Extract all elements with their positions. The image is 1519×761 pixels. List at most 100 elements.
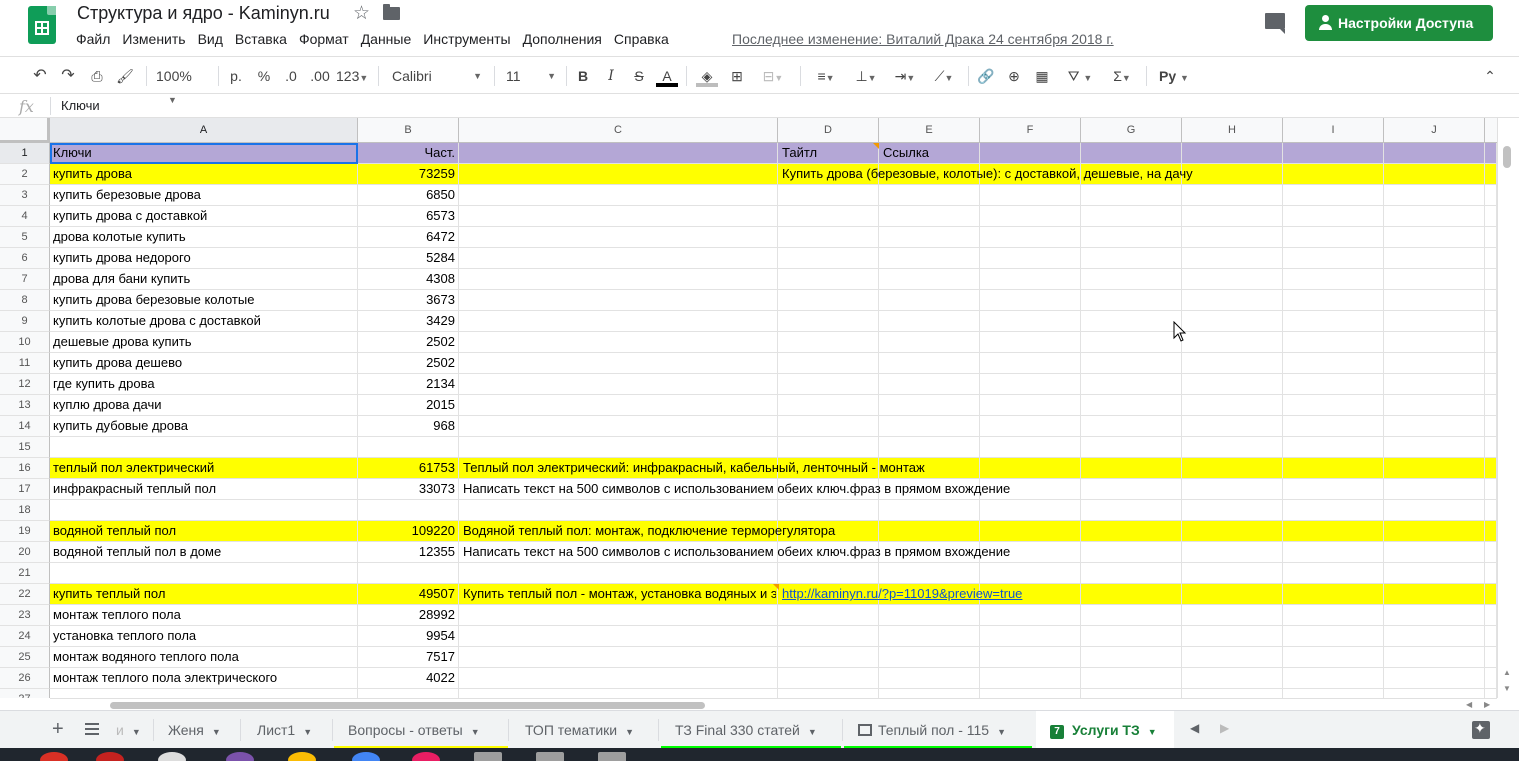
cell-f[interactable] xyxy=(980,227,1081,248)
cell-b[interactable]: 9954 xyxy=(358,626,459,647)
cell-a[interactable]: теплый пол электрический xyxy=(50,458,358,479)
cell-c[interactable] xyxy=(459,311,778,332)
column-header-f[interactable]: F xyxy=(980,118,1081,143)
cell-g[interactable] xyxy=(1081,353,1182,374)
cell-i[interactable] xyxy=(1283,437,1384,458)
cell-j[interactable] xyxy=(1384,164,1485,185)
row-header[interactable]: 25 xyxy=(0,647,50,668)
column-header-d[interactable]: D xyxy=(778,118,879,143)
scroll-left-arrow-icon[interactable]: ◀ xyxy=(1466,700,1472,709)
cell-c[interactable] xyxy=(459,416,778,437)
taskbar-app-icon[interactable] xyxy=(288,752,316,761)
font-family-select[interactable]: Calibri ▼ xyxy=(392,65,482,87)
row-header[interactable]: 22 xyxy=(0,584,50,605)
horizontal-align-icon[interactable]: ≡▼ xyxy=(810,65,842,87)
cell-e[interactable] xyxy=(879,311,980,332)
cell-h[interactable] xyxy=(1182,458,1283,479)
row-header[interactable]: 1 xyxy=(0,143,50,164)
cell-i[interactable] xyxy=(1283,626,1384,647)
column-header-h[interactable]: H xyxy=(1182,118,1283,143)
cell-c[interactable] xyxy=(459,374,778,395)
borders-icon[interactable]: ⊞ xyxy=(727,65,747,87)
cell-i[interactable] xyxy=(1283,311,1384,332)
cell-k[interactable] xyxy=(1485,479,1497,500)
cell-e[interactable] xyxy=(879,668,980,689)
cell-g[interactable] xyxy=(1081,206,1182,227)
sheet-tab-zhenya[interactable]: Женя ▼ xyxy=(154,711,240,749)
cell-i[interactable] xyxy=(1283,458,1384,479)
cell-b[interactable]: 968 xyxy=(358,416,459,437)
cell-b[interactable]: 109220 xyxy=(358,521,459,542)
font-size-select[interactable]: 11 ▼ xyxy=(506,65,556,87)
row-header[interactable]: 13 xyxy=(0,395,50,416)
row-header[interactable]: 9 xyxy=(0,311,50,332)
cell-c[interactable] xyxy=(459,605,778,626)
cell-j[interactable] xyxy=(1384,185,1485,206)
cell-link[interactable]: http://kaminyn.ru/?p=11019&preview=true xyxy=(782,584,1022,604)
cell-j[interactable] xyxy=(1384,542,1485,563)
cell-g[interactable] xyxy=(1081,416,1182,437)
row-header[interactable]: 2 xyxy=(0,164,50,185)
cell-b[interactable]: 2134 xyxy=(358,374,459,395)
scroll-down-arrow-icon[interactable]: ▼ xyxy=(1503,684,1511,693)
taskbar-app-icon[interactable] xyxy=(412,752,440,761)
cell-j[interactable] xyxy=(1384,374,1485,395)
cell-j[interactable] xyxy=(1384,605,1485,626)
menu-format[interactable]: Формат xyxy=(293,30,355,50)
cell-i[interactable] xyxy=(1283,227,1384,248)
taskbar-app-icon[interactable] xyxy=(536,752,564,761)
sheet-tab-hidden[interactable]: и ▼ xyxy=(112,711,154,749)
cell-a[interactable]: монтаж водяного теплого пола xyxy=(50,647,358,668)
cell-i[interactable] xyxy=(1283,689,1384,698)
formula-input[interactable]: Ключи xyxy=(61,98,100,113)
cell-e[interactable] xyxy=(879,416,980,437)
cell-a[interactable]: дешевые дрова купить xyxy=(50,332,358,353)
text-color-button[interactable]: A xyxy=(656,65,678,87)
cell-g[interactable] xyxy=(1081,311,1182,332)
cell-g[interactable] xyxy=(1081,689,1182,698)
cell-a[interactable]: купить дрова дешево xyxy=(50,353,358,374)
cell-a[interactable]: дрова для бани купить xyxy=(50,269,358,290)
cell-i[interactable] xyxy=(1283,353,1384,374)
cell-i[interactable] xyxy=(1283,605,1384,626)
paint-format-icon[interactable]: 🖌 xyxy=(116,65,134,87)
cell-d[interactable] xyxy=(778,353,879,374)
row-header[interactable]: 18 xyxy=(0,500,50,521)
cell-b[interactable]: 4308 xyxy=(358,269,459,290)
text-rotation-icon[interactable]: ⟋▼ xyxy=(928,65,960,87)
star-icon[interactable]: ☆ xyxy=(353,2,370,25)
cell-j[interactable] xyxy=(1384,332,1485,353)
cell-b[interactable]: 61753 xyxy=(358,458,459,479)
cell-c[interactable] xyxy=(459,668,778,689)
cell-j[interactable] xyxy=(1384,248,1485,269)
cell-c[interactable] xyxy=(459,563,778,584)
cell-i[interactable] xyxy=(1283,500,1384,521)
cell-d[interactable] xyxy=(778,332,879,353)
menu-edit[interactable]: Изменить xyxy=(116,30,191,50)
insert-comment-icon[interactable]: ⊕ xyxy=(1004,65,1024,87)
cell-g[interactable] xyxy=(1081,626,1182,647)
select-all-corner[interactable] xyxy=(0,118,50,143)
cell-h[interactable] xyxy=(1182,479,1283,500)
cell-b[interactable]: 33073 xyxy=(358,479,459,500)
cell-k[interactable] xyxy=(1485,353,1497,374)
cell-a[interactable]: Ключи xyxy=(50,143,358,164)
cell-e[interactable] xyxy=(879,290,980,311)
cell-k[interactable] xyxy=(1485,332,1497,353)
cell-e[interactable] xyxy=(879,437,980,458)
cell-d[interactable] xyxy=(778,626,879,647)
sheet-tab-uslugi-tz[interactable]: 7 Услуги ТЗ ▼ xyxy=(1036,711,1174,749)
cell-g[interactable] xyxy=(1081,269,1182,290)
cell-k[interactable] xyxy=(1485,605,1497,626)
cell-b[interactable]: 3673 xyxy=(358,290,459,311)
cell-b[interactable]: 12355 xyxy=(358,542,459,563)
cell-a[interactable]: купить дубовые дрова xyxy=(50,416,358,437)
cell-k[interactable] xyxy=(1485,143,1497,164)
cell-h[interactable] xyxy=(1182,353,1283,374)
vertical-scrollbar[interactable]: ▲ ▼ xyxy=(1497,118,1519,698)
cell-a[interactable]: водяной теплый пол xyxy=(50,521,358,542)
cell-e[interactable] xyxy=(879,248,980,269)
cell-b[interactable] xyxy=(358,689,459,698)
cell-i[interactable] xyxy=(1283,584,1384,605)
cell-j[interactable] xyxy=(1384,521,1485,542)
